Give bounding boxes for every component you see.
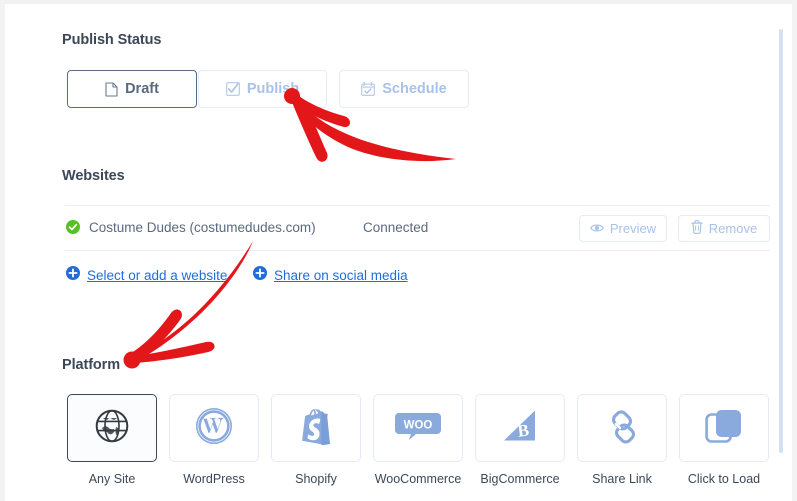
plus-circle-icon	[66, 266, 80, 285]
select-or-add-website-link-row[interactable]: Select or add a website	[66, 266, 227, 285]
checkbox-icon	[225, 82, 240, 96]
remove-button-label: Remove	[708, 221, 758, 236]
bigcommerce-icon: B	[502, 409, 538, 448]
settings-panel: Publish Status Draft Publish Schedule We…	[5, 4, 792, 501]
website-name: Costume Dudes (costumedudes.com)	[89, 220, 316, 235]
websites-divider-bottom	[65, 250, 770, 251]
platform-tile-any-site[interactable]	[67, 394, 157, 462]
chain-link-icon	[603, 407, 641, 450]
stacked-squares-icon	[705, 407, 743, 450]
publish-status-option-draft[interactable]: Draft	[67, 70, 197, 108]
svg-text:B: B	[517, 420, 531, 440]
window-right-edge	[792, 0, 797, 501]
platform-heading: Platform	[62, 357, 121, 373]
document-icon	[105, 81, 118, 97]
woocommerce-icon: WOO	[395, 410, 441, 447]
trash-icon	[691, 220, 703, 237]
websites-heading: Websites	[62, 168, 125, 184]
eye-icon	[589, 221, 604, 236]
platform-tile-share-link[interactable]	[577, 394, 667, 462]
wordpress-icon	[195, 407, 233, 450]
preview-button-label: Preview	[609, 221, 657, 236]
platform-tile-woocommerce[interactable]: WOO	[373, 394, 463, 462]
platform-tile-shopify[interactable]	[271, 394, 361, 462]
platform-tile-bigcommerce[interactable]: B	[475, 394, 565, 462]
shopify-bag-icon	[300, 407, 332, 450]
publish-status-label-draft: Draft	[125, 81, 159, 97]
remove-button[interactable]: Remove	[678, 215, 770, 242]
publish-status-option-schedule[interactable]: Schedule	[339, 70, 469, 108]
globe-icon	[94, 408, 130, 449]
publish-status-option-publish[interactable]: Publish	[198, 70, 327, 108]
platform-tile-click-to-load[interactable]	[679, 394, 769, 462]
select-or-add-website-link[interactable]: Select or add a website	[87, 268, 227, 283]
calendar-check-icon	[361, 82, 376, 96]
platform-label-share-link: Share Link	[592, 472, 652, 486]
vertical-scrollbar[interactable]	[779, 0, 791, 501]
share-on-social-media-link-row[interactable]: Share on social media	[253, 266, 408, 285]
green-check-icon	[66, 220, 80, 234]
share-on-social-media-link[interactable]: Share on social media	[274, 268, 408, 283]
platform-label-click-to-load: Click to Load	[687, 472, 761, 486]
app-root: Publish Status Draft Publish Schedule We…	[0, 0, 797, 501]
platform-tile-wordpress[interactable]	[169, 394, 259, 462]
platform-label-shopify: Shopify	[295, 472, 337, 486]
platform-label-wordpress: WordPress	[183, 472, 245, 486]
publish-status-label-schedule: Schedule	[382, 81, 447, 97]
platform-label-any-site: Any Site	[88, 472, 136, 486]
platform-label-woocommerce: WooCommerce	[374, 472, 462, 486]
preview-button[interactable]: Preview	[579, 215, 667, 242]
website-connection-status: Connected	[363, 220, 429, 235]
vertical-scrollbar-thumb[interactable]	[779, 29, 783, 453]
websites-divider-top	[65, 205, 770, 206]
publish-status-heading: Publish Status	[62, 32, 162, 48]
platform-label-bigcommerce: BigCommerce	[480, 472, 560, 486]
publish-status-label-publish: Publish	[246, 81, 300, 97]
svg-text:WOO: WOO	[404, 419, 433, 431]
plus-circle-icon	[253, 266, 267, 285]
